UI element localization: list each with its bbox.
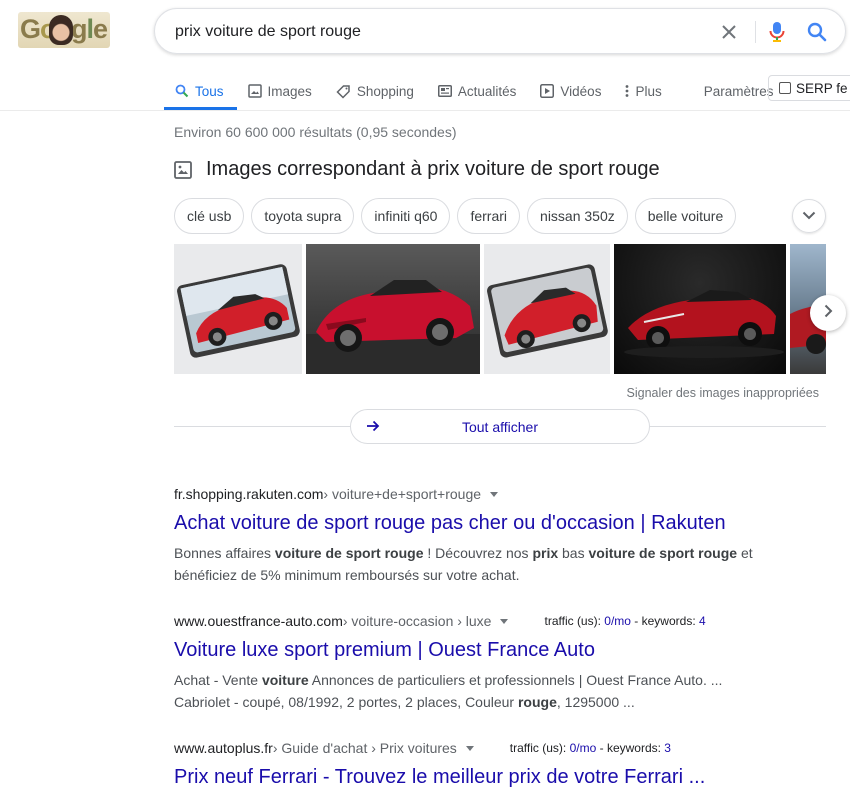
microphone-icon[interactable] [765,20,789,44]
image-thumbnail[interactable] [174,244,302,374]
chip[interactable]: belle voiture [634,198,737,234]
caret-down-icon[interactable] [490,491,499,497]
search-tabs: Tous Images Shopping Actualités Vidéos P… [164,74,787,110]
chevron-down-icon [802,207,816,225]
tab-label: Actualités [457,83,517,99]
result-domain: www.autoplus.fr [174,740,273,756]
image-strip [174,244,826,374]
serp-label: SERP fe [796,80,848,96]
result-snippet: Bonnes affaires voiture de sport rouge !… [174,545,753,583]
chip[interactable]: clé usb [174,198,245,234]
search-input[interactable] [175,20,695,44]
chevron-right-icon [824,304,833,323]
result-snippet: Achat - Vente voiture Annonces de partic… [174,672,723,710]
tag-icon [336,84,351,99]
tab-more[interactable]: Plus [614,74,674,108]
show-all-button[interactable]: Tout afficher [350,409,650,444]
result-path: › voiture+de+sport+rouge [323,486,482,502]
doodle-portrait-icon [49,15,73,45]
serp-features-toggle[interactable]: SERP fe [768,75,850,101]
caret-down-icon[interactable] [465,745,474,751]
serp-checkbox[interactable] [779,82,791,94]
tab-label: Vidéos [560,83,602,99]
settings-label: Paramètres [703,83,774,99]
tab-all[interactable]: Tous [164,74,237,110]
image-icon [174,160,192,179]
chip[interactable]: toyota supra [251,198,355,234]
show-all-label: Tout afficher [461,418,538,435]
image-refine-chips: clé usb toyota supra infiniti q60 ferrar… [174,198,737,234]
chip[interactable]: infiniti q60 [361,198,451,234]
tabs-divider [0,110,850,111]
video-icon [540,84,555,98]
tab-label: Tous [195,83,224,99]
search-box [154,8,846,54]
more-vert-icon [625,84,629,98]
result-title[interactable]: Prix neuf Ferrari - Trouvez le meilleur … [174,764,705,790]
google-doodle-logo[interactable]: Google [18,12,110,48]
result-path: › Guide d'achat › Prix voitures [272,740,457,756]
search-result: fr.shopping.rakuten.com › voiture+de+spo… [174,486,764,586]
searchbox-divider [755,21,756,43]
report-images-link[interactable]: Signaler des images inappropriées [627,386,819,400]
tab-label: Shopping [356,83,414,99]
result-domain: www.ouestfrance-auto.com [174,613,343,629]
tab-videos[interactable]: Vidéos [529,74,614,108]
chips-expand-button[interactable] [792,199,826,233]
chip[interactable]: nissan 350z [527,198,628,234]
tab-images[interactable]: Images [237,74,325,108]
result-url[interactable]: fr.shopping.rakuten.com › voiture+de+spo… [174,486,764,502]
search-icon[interactable] [805,20,829,44]
clear-icon[interactable] [717,20,741,44]
news-icon [437,85,452,97]
chip[interactable]: ferrari [457,198,521,234]
result-domain: fr.shopping.rakuten.com [174,486,324,502]
search-result: www.autoplus.fr › Guide d'achat › Prix v… [174,740,705,790]
images-heading[interactable]: Images correspondant à prix voiture de s… [174,158,660,181]
result-url[interactable]: www.autoplus.fr › Guide d'achat › Prix v… [174,740,705,756]
arrow-right-icon [365,418,381,434]
result-path: › voiture-occasion › luxe [342,613,492,629]
tab-label: Images [267,83,312,99]
tab-label: Plus [635,83,662,99]
result-stats: Environ 60 600 000 résultats (0,95 secon… [174,124,457,140]
image-icon [247,84,262,98]
traffic-info: traffic (us): 0/mo - keywords: 3 [509,741,671,755]
images-heading-text: Images correspondant à prix voiture de s… [206,158,660,180]
traffic-info: traffic (us): 0/mo - keywords: 4 [544,614,706,628]
image-thumbnail[interactable] [306,244,480,374]
strip-next-button[interactable] [810,295,846,331]
search-result: www.ouestfrance-auto.com › voiture-occas… [174,613,764,713]
tab-shopping[interactable]: Shopping [325,74,427,108]
caret-down-icon[interactable] [500,618,509,624]
search-icon [175,84,189,98]
image-thumbnail[interactable] [614,244,786,374]
image-thumbnail[interactable] [484,244,610,374]
tab-news[interactable]: Actualités [427,74,530,108]
result-url[interactable]: www.ouestfrance-auto.com › voiture-occas… [174,613,764,629]
result-title[interactable]: Achat voiture de sport rouge pas cher ou… [174,510,764,536]
result-title[interactable]: Voiture luxe sport premium | Ouest Franc… [174,637,764,663]
